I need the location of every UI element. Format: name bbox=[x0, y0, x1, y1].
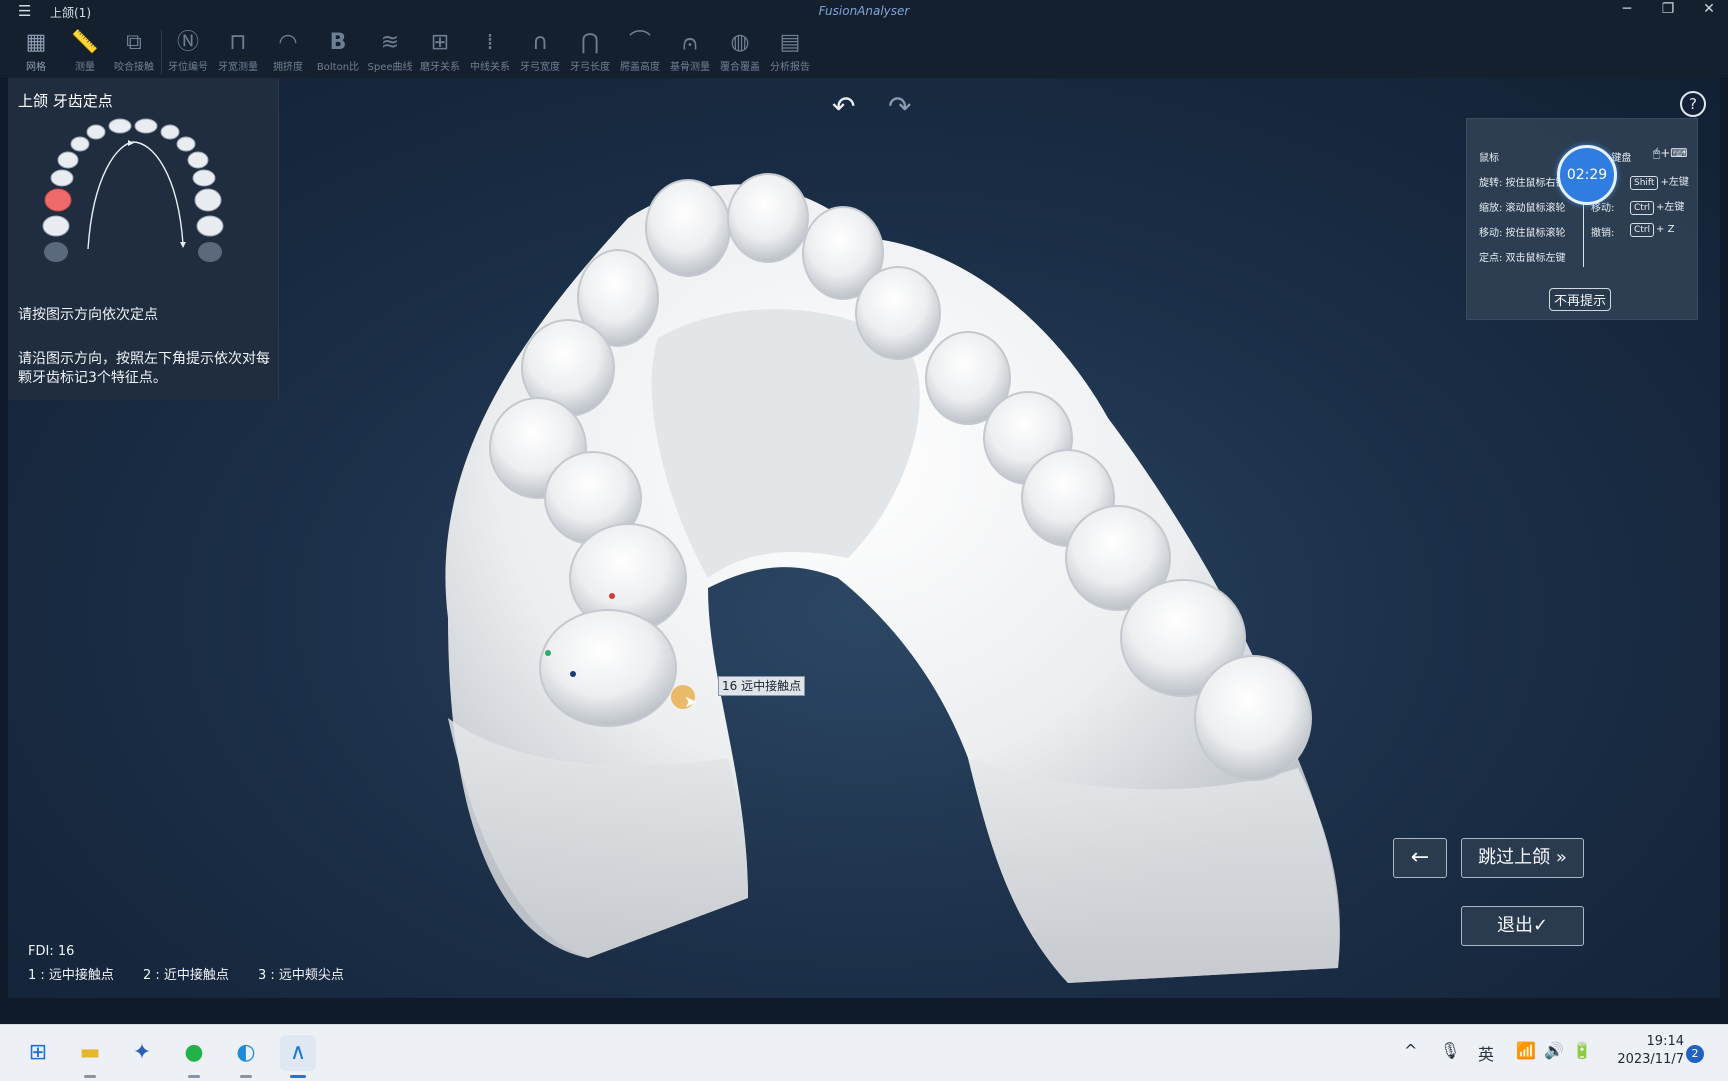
tool-crowding[interactable]: ◠ 拥挤度 bbox=[264, 28, 312, 73]
point-label-3: 3 : 远中颊尖点 bbox=[258, 968, 344, 983]
speaker-icon[interactable]: 🔊 bbox=[1544, 1041, 1564, 1060]
tool-occlusion[interactable]: ⧉ 咬合接触 bbox=[110, 28, 158, 73]
crowding-icon: ◠ bbox=[278, 30, 298, 55]
edge-running-indicator bbox=[240, 1075, 252, 1078]
tooth-width-icon: ⊓ bbox=[229, 30, 247, 55]
countdown-timer: 02:29 bbox=[1557, 145, 1617, 205]
marked-point-2[interactable] bbox=[609, 593, 615, 599]
occlusion-icon: ⧉ bbox=[126, 30, 142, 55]
marked-point-1[interactable] bbox=[545, 650, 551, 656]
tool-palate-height[interactable]: ⌒ 腭盖高度 bbox=[616, 28, 664, 73]
taskbar: ⊞ ▬ ✦ ● ◐ ∧ ^ 🎙 英 📶 🔊 🔋 19:14 2023/11/7 … bbox=[0, 1024, 1728, 1081]
tool-tooth-number[interactable]: Ⓝ 牙位编号 bbox=[164, 28, 212, 73]
midline-icon: ⁞ bbox=[486, 30, 494, 55]
wechat-running-indicator bbox=[188, 1075, 200, 1078]
fdi-label: FDI: 16 bbox=[28, 944, 75, 959]
point-label-2: 2 : 近中接触点 bbox=[143, 968, 229, 983]
tooth-point-panel: 上颌 牙齿定点 请按图示方向依次定点 请沿图示方向，按照左下角提示依次对每颗牙齿… bbox=[8, 78, 279, 400]
notification-badge[interactable]: 2 bbox=[1686, 1045, 1704, 1063]
back-button[interactable]: ← bbox=[1393, 838, 1447, 878]
toolbar-divider bbox=[161, 30, 162, 74]
edge-icon[interactable]: ◐ bbox=[228, 1035, 264, 1071]
spee-curve-icon: ≋ bbox=[380, 30, 400, 55]
file-explorer-icon[interactable]: ▬ bbox=[72, 1035, 108, 1071]
tool-midline[interactable]: ⁞ 中线关系 bbox=[466, 28, 514, 73]
dismiss-hint-button[interactable]: 不再提示 bbox=[1549, 288, 1612, 311]
point-label-1: 1 : 远中接触点 bbox=[28, 968, 114, 983]
grid-icon: ▦ bbox=[25, 30, 47, 55]
restore-icon[interactable]: ❐ bbox=[1653, 1, 1683, 17]
tool-spee-curve[interactable]: ≋ Spee曲线 bbox=[366, 28, 414, 73]
point-tooltip: 16 远中接触点 bbox=[718, 676, 806, 696]
title-bar: ☰ 上颌(1) FusionAnalyser ─ ❐ ✕ bbox=[0, 0, 1728, 25]
wechat-icon[interactable]: ● bbox=[176, 1035, 212, 1071]
active-app-indicator bbox=[290, 1075, 306, 1078]
toolbar: ▦ 网格 📏 测量 ⧉ 咬合接触 Ⓝ 牙位编号 ⊓ 牙宽测量 ◠ 拥挤度 B B… bbox=[0, 24, 1728, 79]
chevron-up-icon[interactable]: ^ bbox=[1404, 1041, 1417, 1060]
palate-icon: ⌒ bbox=[628, 30, 651, 55]
tool-arch-length[interactable]: ⋂ 牙弓长度 bbox=[566, 28, 614, 73]
hint-rotate: 旋转: 按住鼠标右键 bbox=[1479, 178, 1566, 189]
document-title: 上颌(1) bbox=[50, 6, 91, 20]
overbite-icon: ◍ bbox=[730, 30, 750, 55]
clock-time: 19:14 bbox=[1646, 1034, 1684, 1049]
mouse-keyboard-icon: 🖱+⌨ bbox=[1653, 146, 1688, 160]
battery-icon[interactable]: 🔋 bbox=[1572, 1041, 1592, 1060]
marked-point-3[interactable] bbox=[570, 671, 576, 677]
app-icon[interactable]: ✦ bbox=[124, 1035, 160, 1071]
tool-molar-relation[interactable]: ⊞ 磨牙关系 bbox=[416, 28, 464, 73]
direction-arrow-icon bbox=[87, 141, 184, 250]
hint-move: 移动: 按住鼠标滚轮 bbox=[1479, 228, 1566, 239]
base-right bbox=[968, 758, 1340, 983]
tool-basal-bone[interactable]: ⩀ 基骨测量 bbox=[666, 28, 714, 73]
app-title: FusionAnalyser bbox=[818, 4, 910, 18]
instruction-title: 请按图示方向依次定点 bbox=[18, 307, 158, 323]
mouse-header: 鼠标 bbox=[1479, 153, 1499, 164]
tool-report[interactable]: ▤ 分析报告 bbox=[766, 28, 814, 73]
exit-button[interactable]: 退出✓ bbox=[1461, 906, 1584, 946]
tool-measure[interactable]: 📏 测量 bbox=[61, 28, 109, 73]
mouse-cursor-icon: ➤ bbox=[684, 692, 698, 711]
minimize-icon[interactable]: ─ bbox=[1612, 1, 1642, 17]
redo-icon[interactable]: ↷ bbox=[888, 90, 911, 123]
hint-place-point: 定点: 双击鼠标左键 bbox=[1479, 253, 1566, 264]
ime-indicator[interactable]: 英 bbox=[1478, 1041, 1494, 1065]
tool-tooth-width[interactable]: ⊓ 牙宽测量 bbox=[214, 28, 262, 73]
hamburger-icon[interactable]: ☰ bbox=[18, 2, 31, 20]
hint-undo-label: 撤销: bbox=[1591, 228, 1615, 239]
selected-tooth-icon bbox=[44, 188, 72, 212]
undo-icon[interactable]: ↶ bbox=[832, 90, 855, 123]
instruction-body: 请沿图示方向，按照左下角提示依次对每颗牙齿标记3个特征点。 bbox=[18, 351, 270, 386]
hint-zoom: 缩放: 滚动鼠标滚轮 bbox=[1479, 203, 1566, 214]
microphone-icon[interactable]: 🎙 bbox=[1440, 1041, 1460, 1060]
tool-grid[interactable]: ▦ 网格 bbox=[12, 28, 60, 73]
tool-arch-width[interactable]: ∩ 牙弓宽度 bbox=[516, 28, 564, 73]
report-icon: ▤ bbox=[779, 30, 801, 55]
skip-upper-button[interactable]: 跳过上颌 » bbox=[1461, 838, 1584, 878]
arch-length-icon: ⋂ bbox=[580, 30, 600, 55]
windows-start-icon[interactable]: ⊞ bbox=[20, 1035, 56, 1071]
tool-bolton[interactable]: B Bolton比 bbox=[314, 28, 362, 73]
help-icon[interactable]: ? bbox=[1680, 91, 1706, 117]
hint-ctrl-z: Ctrl + Z bbox=[1630, 223, 1674, 237]
tool-overbite[interactable]: ◍ 覆合覆盖 bbox=[716, 28, 764, 73]
basal-bone-icon: ⩀ bbox=[682, 30, 698, 55]
ruler-icon: 📏 bbox=[71, 30, 99, 55]
bolton-icon: B bbox=[329, 30, 347, 55]
number-icon: Ⓝ bbox=[176, 30, 199, 55]
hint-ctrl-left: Ctrl +左键 bbox=[1630, 198, 1684, 215]
arch-diagram bbox=[42, 118, 224, 262]
hint-shift-key: Shift +左键 bbox=[1630, 173, 1689, 190]
wifi-icon[interactable]: 📶 bbox=[1516, 1041, 1536, 1060]
molar-icon: ⊞ bbox=[430, 30, 450, 55]
explorer-running-indicator bbox=[84, 1075, 96, 1078]
arch-width-icon: ∩ bbox=[531, 30, 549, 55]
clock[interactable]: 19:14 2023/11/7 bbox=[1600, 1033, 1684, 1069]
arrow-left-icon: ← bbox=[1410, 845, 1430, 870]
clock-date: 2023/11/7 bbox=[1617, 1052, 1684, 1067]
close-icon[interactable]: ✕ bbox=[1694, 1, 1724, 17]
fusionanalyser-icon[interactable]: ∧ bbox=[280, 1035, 316, 1071]
panel-title: 上颌 牙齿定点 bbox=[18, 92, 113, 110]
